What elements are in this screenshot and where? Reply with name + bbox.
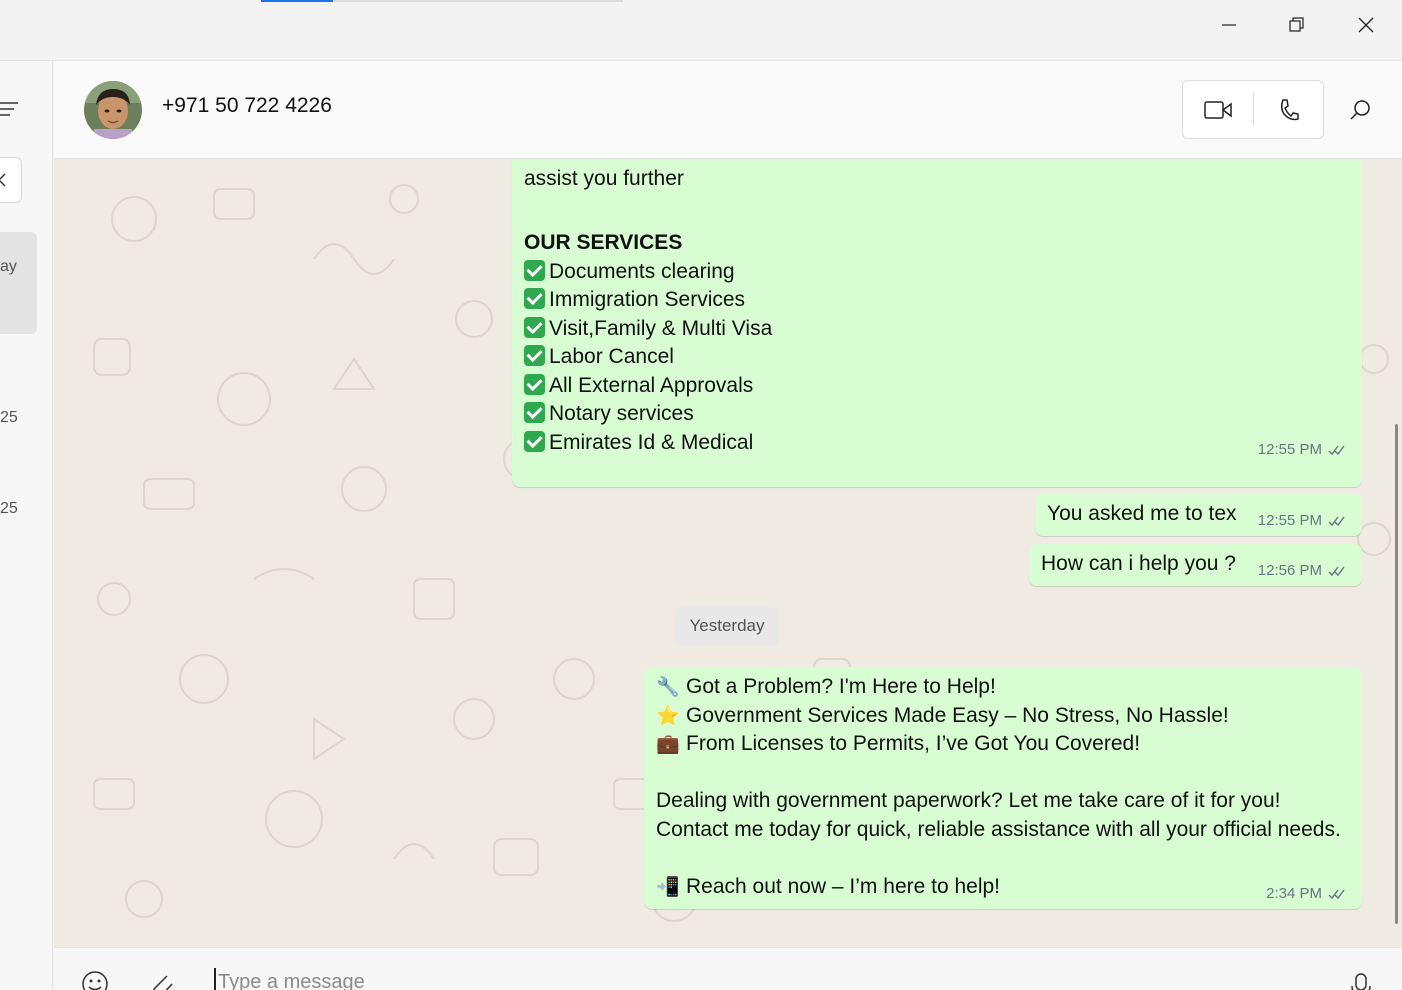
message-text: You asked me to tex (1047, 502, 1237, 525)
message-bubble-outgoing[interactable]: You asked me to tex 12:55 PM (1035, 494, 1362, 536)
minimize-icon (1222, 24, 1236, 26)
message-meta: 12:56 PM (1258, 562, 1346, 579)
check-icon (524, 402, 545, 423)
message-bubble-outgoing[interactable]: 🔧 Got a Problem? I'm Here to Help! ⭐ Gover… (644, 667, 1362, 909)
message-meta: 12:55 PM (1258, 441, 1346, 458)
emoji-icon[interactable] (81, 970, 111, 990)
message-heading: OUR SERVICES (524, 231, 683, 254)
chat-messages-area[interactable]: assist you further OUR SERVICES Document… (54, 159, 1402, 947)
check-icon (524, 260, 545, 281)
attach-icon[interactable] (147, 970, 177, 990)
check-icon (524, 374, 545, 395)
message-meta: 2:34 PM (1266, 885, 1346, 902)
loading-bar-fill (261, 0, 334, 2)
message-input[interactable] (214, 968, 1314, 990)
chat-scrollbar[interactable] (1395, 424, 1398, 924)
double-check-icon (1328, 566, 1345, 576)
search-button[interactable] (1340, 89, 1382, 131)
message-time: 12:55 PM (1257, 441, 1322, 458)
service-item: Labor Cancel (524, 343, 674, 371)
message-time: 12:55 PM (1257, 512, 1322, 529)
message-line: ⭐ Government Services Made Easy – No Stre… (656, 702, 1229, 730)
contact-name[interactable]: +971 50 722 4226 (162, 94, 332, 118)
message-line: Dealing with government paperwork? Let m… (656, 789, 1281, 812)
check-icon (524, 317, 545, 338)
chat-header: +971 50 722 4226 (54, 61, 1402, 159)
double-check-icon (1328, 445, 1345, 455)
double-check-icon (1328, 889, 1345, 899)
service-item: All External Approvals (524, 372, 753, 400)
minimize-button[interactable] (1196, 0, 1262, 50)
star-icon: ⭐ (656, 705, 680, 727)
message-bubble-outgoing[interactable]: How can i help you ? 12:56 PM (1029, 544, 1362, 586)
service-item: Immigration Services (524, 286, 745, 314)
chat-list-item-selected[interactable] (0, 232, 37, 334)
restore-button[interactable] (1264, 0, 1330, 50)
voice-call-button[interactable] (1254, 81, 1324, 138)
message-bubble-outgoing[interactable]: assist you further OUR SERVICES Document… (512, 159, 1362, 487)
service-item: Visit,Family & Multi Visa (524, 315, 772, 343)
chat-list-item-date: ay (0, 258, 17, 275)
close-button[interactable] (1333, 0, 1399, 50)
message-line: 💼 From Licenses to Permits, I’ve Got You … (656, 730, 1140, 758)
search-icon (1350, 100, 1370, 120)
restore-icon (1289, 17, 1304, 32)
message-composer (54, 947, 1402, 990)
filter-icon[interactable] (0, 99, 20, 119)
chat-list-item-date: 25 (0, 500, 18, 517)
message-time: 12:56 PM (1257, 562, 1322, 579)
call-button-group (1182, 80, 1324, 139)
microphone-icon[interactable] (1346, 970, 1376, 990)
video-call-button[interactable] (1183, 81, 1253, 138)
loading-bar (261, 0, 623, 2)
wrench-icon: 🔧 (656, 676, 680, 698)
avatar[interactable] (84, 81, 142, 139)
check-icon (524, 431, 545, 452)
message-time: 2:34 PM (1266, 885, 1322, 902)
service-item: Documents clearing (524, 258, 735, 286)
briefcase-icon: 💼 (656, 733, 680, 755)
message-text: How can i help you ? (1041, 552, 1236, 575)
message-line: 🔧 Got a Problem? I'm Here to Help! (656, 673, 996, 701)
message-line: Contact me today for quick, reliable ass… (656, 818, 1341, 841)
chevron-left-icon (0, 173, 6, 187)
check-icon (524, 345, 545, 366)
check-icon (524, 288, 545, 309)
chat-list-sidebar: ay 25 25 (0, 61, 53, 990)
message-line: 📲 Reach out now – I’m here to help! (656, 873, 1000, 901)
window-titlebar (0, 0, 1402, 61)
close-icon (1358, 17, 1374, 33)
double-check-icon (1328, 516, 1345, 526)
message-meta: 12:55 PM (1258, 512, 1346, 529)
service-item: Notary services (524, 400, 694, 428)
video-call-icon (1204, 100, 1232, 119)
service-item: Emirates Id & Medical (524, 429, 753, 457)
chat-list-item-date: 25 (0, 409, 18, 426)
voice-call-icon (1280, 98, 1299, 120)
back-button[interactable] (0, 157, 22, 203)
date-separator: Yesterday (675, 606, 779, 646)
mobile-phone-icon: 📲 (656, 876, 680, 898)
message-text: assist you further (524, 167, 684, 190)
